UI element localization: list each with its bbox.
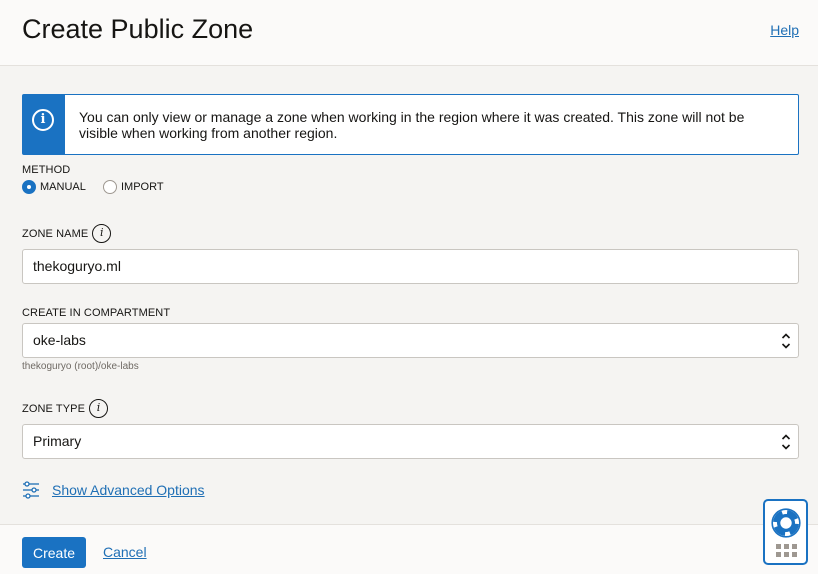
help-widget[interactable] bbox=[763, 499, 808, 565]
zone-type-label: ZONE TYPE bbox=[22, 402, 86, 415]
compartment-select[interactable]: oke-labs bbox=[22, 323, 799, 358]
zone-type-select-value: Primary bbox=[33, 433, 82, 449]
select-chevrons-icon bbox=[781, 333, 791, 349]
help-link[interactable]: Help bbox=[770, 22, 799, 38]
zone-name-label: ZONE NAME bbox=[22, 227, 89, 240]
sliders-icon bbox=[23, 481, 39, 499]
page-header: Create Public Zone Help bbox=[0, 0, 818, 66]
create-button[interactable]: Create bbox=[22, 537, 86, 568]
select-chevrons-icon bbox=[781, 434, 791, 450]
radio-unchecked-icon[interactable] bbox=[103, 180, 117, 194]
info-banner: i You can only view or manage a zone whe… bbox=[22, 94, 799, 155]
zone-name-input[interactable]: thekoguryo.ml bbox=[22, 249, 799, 284]
compartment-path-hint: thekoguryo (root)/oke-labs bbox=[22, 361, 139, 372]
method-radio-import[interactable]: IMPORT bbox=[103, 180, 164, 194]
advanced-options-link[interactable]: Show Advanced Options bbox=[52, 482, 205, 498]
drag-grip-icon[interactable] bbox=[776, 544, 798, 558]
lifebuoy-icon bbox=[770, 507, 802, 539]
compartment-label: CREATE IN COMPARTMENT bbox=[22, 307, 171, 319]
zone-type-label-row: ZONE TYPE i bbox=[22, 399, 109, 418]
info-banner-stripe: i bbox=[23, 95, 65, 154]
zone-name-label-row: ZONE NAME i bbox=[22, 224, 112, 243]
method-label: METHOD bbox=[22, 164, 71, 176]
method-radio-manual-label: MANUAL bbox=[40, 181, 86, 193]
form-footer: Create Cancel bbox=[0, 524, 818, 574]
info-icon: i bbox=[32, 109, 54, 131]
advanced-options-toggle[interactable]: Show Advanced Options bbox=[22, 481, 205, 499]
zone-name-info-icon[interactable]: i bbox=[92, 224, 112, 243]
compartment-select-value: oke-labs bbox=[33, 332, 86, 348]
cancel-link[interactable]: Cancel bbox=[103, 544, 147, 560]
radio-checked-icon[interactable] bbox=[22, 180, 36, 194]
method-radio-import-label: IMPORT bbox=[121, 181, 164, 193]
method-radio-manual[interactable]: MANUAL bbox=[22, 180, 86, 194]
zone-type-info-icon[interactable]: i bbox=[89, 399, 109, 418]
zone-type-select[interactable]: Primary bbox=[22, 424, 799, 459]
info-banner-text: You can only view or manage a zone when … bbox=[79, 109, 745, 141]
page-title: Create Public Zone bbox=[22, 14, 254, 44]
